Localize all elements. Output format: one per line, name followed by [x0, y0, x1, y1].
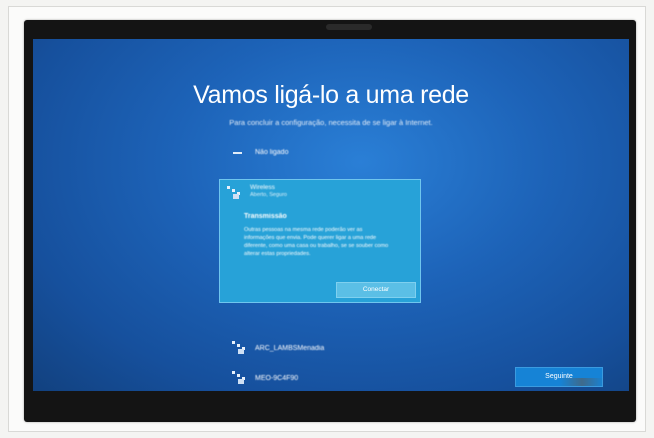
wifi-icon — [224, 184, 246, 202]
network-item-meo[interactable]: MEO-9C4F90 — [219, 363, 439, 391]
dash-icon — [229, 143, 251, 161]
warning-body: Outras pessoas na mesma rede poderão ver… — [244, 227, 389, 257]
connect-button[interactable]: Conectar — [336, 282, 416, 298]
network-name: Não ligado — [255, 148, 289, 156]
network-status: Aberto, Seguro — [250, 192, 287, 198]
network-item-selected[interactable]: Wireless Aberto, Seguro Transmissão Outr… — [219, 179, 421, 303]
selected-network-header: Wireless Aberto, Seguro — [224, 184, 287, 202]
network-item-arc[interactable]: ARC_LAMBSMenadia — [219, 333, 439, 363]
security-warning: Transmissão Outras pessoas na mesma rede… — [244, 213, 412, 281]
webcam-bar — [326, 24, 372, 30]
wifi-icon — [229, 339, 251, 357]
network-name: Wireless — [250, 184, 275, 191]
page-title: Vamos ligá-lo a uma rede — [193, 81, 469, 109]
oobe-screen: Vamos ligá-lo a uma rede Para concluir a… — [33, 39, 629, 391]
network-name: MEO-9C4F90 — [255, 374, 299, 382]
network-name: ARC_LAMBSMenadia — [255, 344, 325, 352]
screen-reflection — [560, 378, 604, 386]
network-item-not-connected[interactable]: Não ligado — [219, 137, 439, 167]
page-subtitle: Para concluir a configuração, necessita … — [229, 118, 433, 127]
warning-title: Transmissão — [244, 213, 287, 220]
wifi-icon — [229, 369, 251, 387]
